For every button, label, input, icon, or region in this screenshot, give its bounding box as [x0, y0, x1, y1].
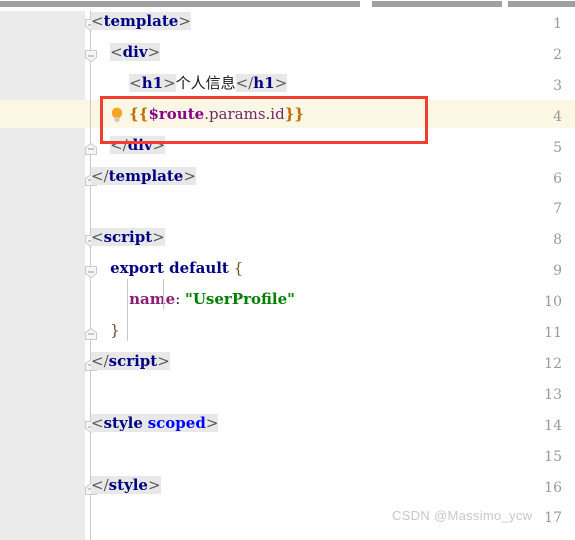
token-expr-4-3: .params.id: [204, 104, 285, 123]
code-line-16[interactable]: </style>: [91, 475, 161, 495]
code-line-6[interactable]: </template>: [91, 166, 196, 186]
token-text-11-0: [91, 321, 110, 339]
token-tag-5-2: div: [127, 135, 153, 154]
token-bracket-14-4: >: [205, 413, 219, 432]
token-bracket-16-0: </: [91, 475, 109, 494]
indent-guide-1: [163, 279, 165, 310]
token-text-3-0: [91, 74, 129, 92]
token-tag-3-6: h1: [253, 73, 275, 92]
token-punct-9-3: {: [233, 259, 244, 278]
watermark-label: CSDN @Massimo_ycw: [392, 508, 533, 523]
token-property-10-1: name: [129, 290, 176, 309]
token-bracket-8-0: <: [91, 228, 104, 247]
lightbulb-icon[interactable]: [108, 106, 126, 124]
code-line-11[interactable]: }: [91, 320, 120, 340]
token-bracket-16-2: >: [147, 475, 161, 494]
token-bracket-2-1: <: [110, 42, 123, 61]
token-brace-4-1: {{: [129, 104, 149, 123]
token-text-3-4: 个人信息: [175, 73, 236, 92]
token-tag-1-1: template: [103, 12, 179, 30]
scrollbar-thumb-2[interactable]: [508, 1, 575, 7]
code-line-12[interactable]: </script>: [91, 351, 170, 371]
token-bracket-1-0: <: [91, 12, 104, 30]
indent-guide-0: [127, 279, 129, 341]
token-tag-2-2: div: [122, 42, 148, 61]
token-tag-16-1: style: [108, 475, 148, 494]
token-bracket-3-5: </: [235, 73, 254, 92]
editor-gutter: [0, 11, 85, 540]
code-line-10[interactable]: name: "UserProfile": [91, 289, 295, 309]
token-punct-11-1: }: [110, 321, 120, 339]
token-bracket-1-2: >: [178, 12, 191, 30]
code-line-2[interactable]: <div>: [91, 42, 161, 62]
token-tag-6-1: template: [108, 166, 184, 185]
scrollbar-thumb-1[interactable]: [372, 1, 502, 7]
code-line-3[interactable]: <h1>个人信息</h1>: [91, 73, 288, 93]
token-bracket-3-1: <: [129, 73, 142, 92]
token-bracket-5-1: </: [110, 135, 128, 154]
code-line-1[interactable]: <template>: [91, 11, 191, 31]
token-op-10-2: :: [175, 290, 186, 309]
token-keyword-9-1: export default: [110, 259, 229, 278]
code-editor-window: 1 2 3 4 5 6 7 8 9 10 11 12 13 14 15 16 17 <template> <di…: [0, 0, 575, 540]
code-line-9[interactable]: export default {: [91, 258, 243, 278]
token-text-2-0: [91, 43, 110, 61]
token-bracket-12-2: >: [157, 351, 170, 370]
token-bracket-6-2: >: [183, 166, 196, 185]
horizontal-scrollbar[interactable]: [0, 0, 575, 11]
token-bracket-3-7: >: [274, 73, 288, 92]
code-line-8[interactable]: <script>: [91, 227, 165, 247]
token-bracket-3-3: >: [163, 73, 176, 92]
scrollbar-thumb-0[interactable]: [0, 1, 360, 7]
token-tag-8-1: script: [103, 228, 153, 247]
token-bracket-14-0: <: [91, 413, 104, 432]
token-bracket-8-2: >: [152, 228, 165, 247]
token-attr-14-3: scoped: [147, 413, 206, 432]
token-bracket-6-0: </: [91, 166, 109, 185]
token-tag-14-1: style: [103, 413, 143, 432]
token-text-9-0: [91, 259, 110, 277]
token-tag-12-1: script: [108, 351, 158, 370]
token-expr-bold-4-2: $route: [148, 104, 205, 123]
token-text-14-2: [142, 413, 148, 432]
token-text-10-0: [91, 290, 129, 308]
token-string-10-3: "UserProfile": [185, 290, 295, 309]
token-tag-3-2: h1: [141, 73, 164, 92]
token-brace-4-4: }}: [284, 104, 304, 123]
token-bracket-12-0: </: [91, 351, 109, 370]
code-line-5[interactable]: </div>: [91, 135, 166, 155]
code-line-14[interactable]: <style scoped>: [91, 413, 219, 433]
code-content-area[interactable]: <template> <div> <h1>个人信息</h1> {{$route.…: [91, 11, 575, 540]
token-bracket-5-3: >: [152, 135, 166, 154]
token-bracket-2-3: >: [147, 42, 161, 61]
token-text-5-0: [91, 136, 110, 154]
